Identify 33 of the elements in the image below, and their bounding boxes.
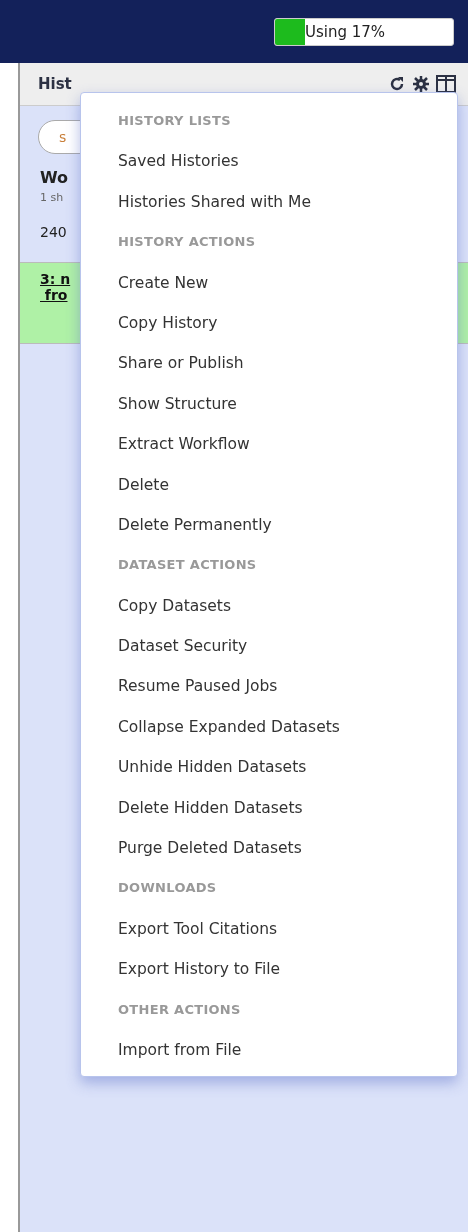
- columns-icon[interactable]: [436, 75, 456, 93]
- history-size: 240: [40, 224, 67, 240]
- menu-item[interactable]: Histories Shared with Me: [81, 181, 312, 223]
- quota-label: Using 17%: [305, 22, 386, 41]
- history-name: Wo: [40, 168, 69, 187]
- menu-item[interactable]: Unhide Hidden Datasets: [81, 747, 307, 788]
- dataset-title[interactable]: 3: n: [40, 271, 71, 287]
- menu-item[interactable]: Purge Deleted Datasets: [81, 828, 302, 869]
- menu-section-header: DATASET ACTIONS: [117, 556, 258, 575]
- menu-item[interactable]: Collapse Expanded Datasets: [81, 706, 340, 748]
- history-summary: 1 sh: [40, 191, 64, 204]
- menu-item[interactable]: Saved Histories: [81, 141, 239, 182]
- dataset-subtitle[interactable]: fro: [40, 287, 68, 303]
- menu-item[interactable]: Extract Workflow: [81, 424, 250, 465]
- menu-item[interactable]: Delete: [81, 464, 169, 505]
- menu-item[interactable]: Share or Publish: [81, 343, 244, 384]
- menu-item[interactable]: Delete Permanently: [81, 504, 272, 546]
- menu-item[interactable]: Dataset Security: [81, 626, 248, 667]
- panel-title: Hist: [38, 75, 73, 93]
- menu-item[interactable]: Export History to File: [81, 949, 281, 990]
- menu-section-header: HISTORY LISTS: [117, 112, 232, 130]
- menu-item[interactable]: Show Structure: [81, 383, 237, 425]
- menu-item[interactable]: Copy History: [81, 302, 218, 344]
- menu-item[interactable]: Create New: [81, 262, 209, 303]
- menu-section-header: HISTORY ACTIONS: [117, 233, 257, 252]
- menu-section-header: OTHER ACTIONS: [117, 1000, 242, 1019]
- refresh-icon[interactable]: [388, 75, 406, 93]
- menu-item[interactable]: Import from File: [81, 1030, 242, 1071]
- menu-section-header: DOWNLOADS: [117, 879, 218, 898]
- menu-item[interactable]: Resume Paused Jobs: [81, 666, 278, 707]
- menu-item[interactable]: Export Tool Citations: [81, 908, 278, 950]
- menu-item[interactable]: Delete Hidden Datasets: [81, 787, 303, 829]
- menu-item[interactable]: Copy Datasets: [81, 585, 232, 627]
